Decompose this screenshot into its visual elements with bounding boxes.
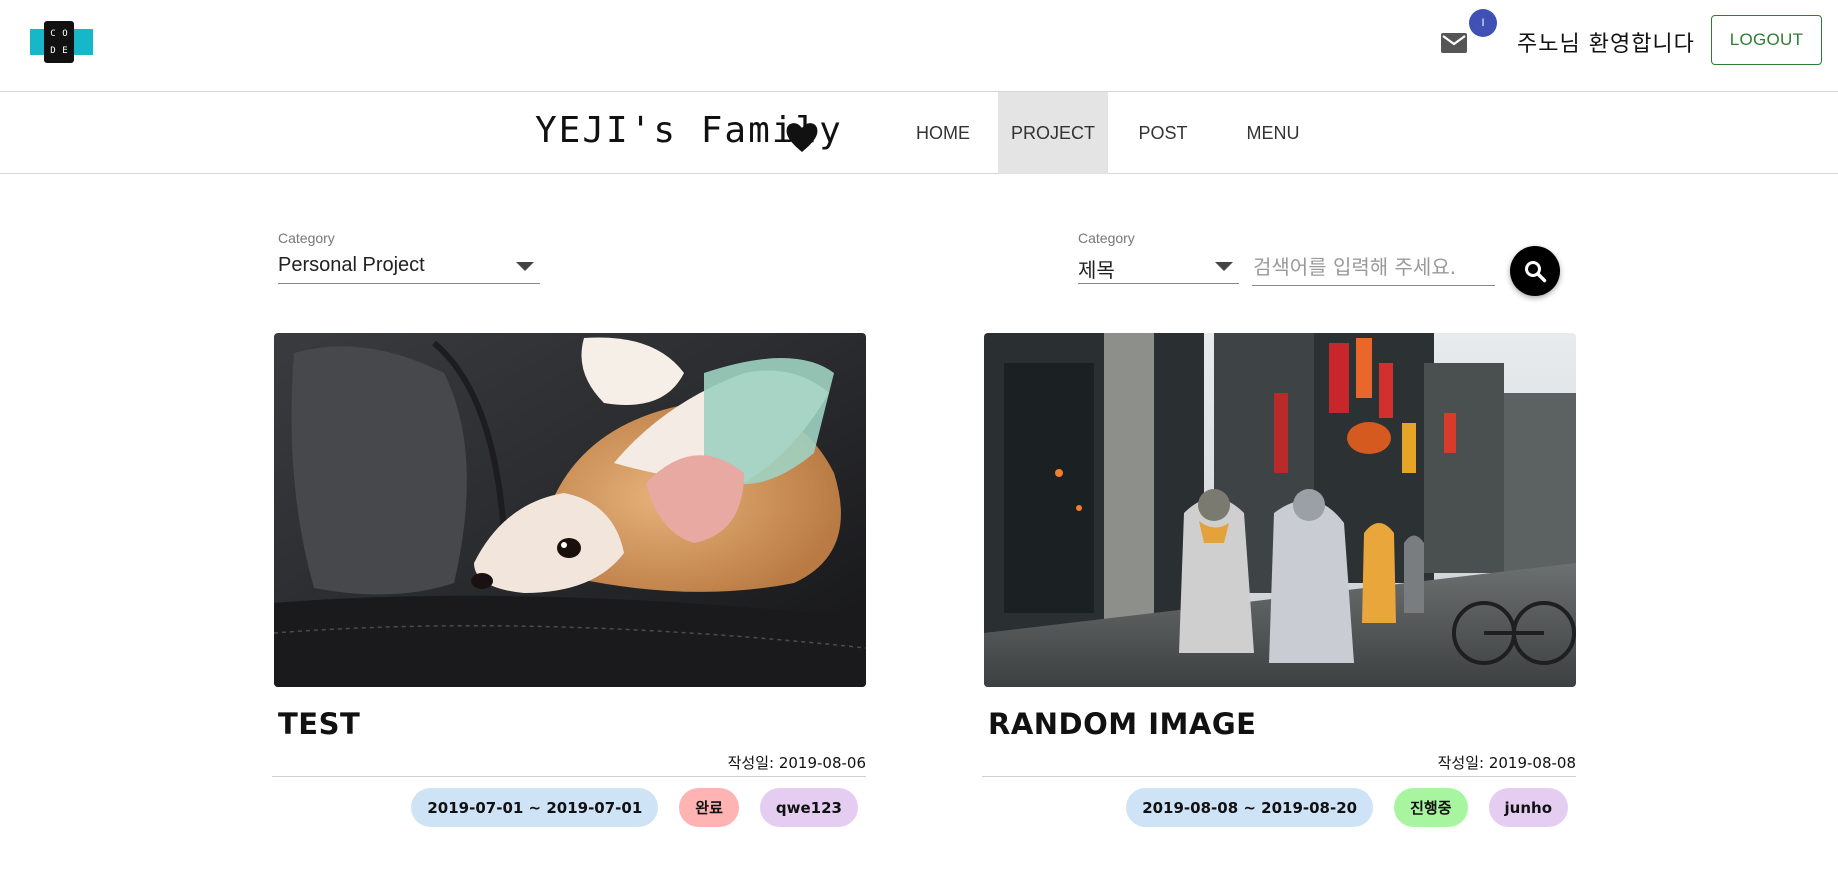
search-category-select[interactable]: 제목 <box>1078 252 1239 284</box>
search-category-label: Category <box>1078 230 1135 246</box>
tab-menu[interactable]: MENU <box>1218 92 1328 174</box>
mail-icon[interactable] <box>1441 33 1467 53</box>
card-divider <box>982 776 1576 777</box>
project-photo-dog[interactable] <box>274 333 866 687</box>
logo-letter: O <box>62 28 68 39</box>
welcome-message: 주노님 환영합니다 <box>1517 32 1695 57</box>
tab-post[interactable]: POST <box>1108 92 1218 174</box>
logo-letter: E <box>62 45 68 56</box>
period-chip: 2019-07-01 ~ 2019-07-01 <box>411 788 659 827</box>
card-divider <box>272 776 866 777</box>
heart-icon <box>786 123 818 152</box>
card-tags: 2019-08-08 ~ 2019-08-20 진행중 junho <box>1126 788 1568 827</box>
project-photo-street[interactable] <box>984 333 1576 687</box>
search-icon <box>1525 261 1547 283</box>
created-date: 작성일: 2019-08-08 <box>1437 754 1576 772</box>
category-select[interactable]: Personal Project <box>278 252 540 284</box>
logo-box: C O D E <box>44 21 74 63</box>
logout-button[interactable]: LOGOUT <box>1711 15 1822 65</box>
author-chip: junho <box>1488 788 1568 827</box>
mail-count-badge: I <box>1469 9 1497 37</box>
tab-home[interactable]: HOME <box>888 92 998 174</box>
logo-letter: D <box>50 45 56 56</box>
caret-down-icon <box>516 262 534 271</box>
caret-down-icon <box>1215 262 1233 271</box>
tab-project[interactable]: PROJECT <box>998 92 1108 174</box>
main-nav: YEJI's Family HOME PROJECT POST MENU <box>0 92 1838 174</box>
project-title[interactable]: RANDOM IMAGE <box>988 707 1256 741</box>
logo-letter: C <box>50 28 56 39</box>
code-logo[interactable]: C O D E <box>30 21 93 63</box>
created-date: 작성일: 2019-08-06 <box>727 754 866 772</box>
nav-tabs: HOME PROJECT POST MENU <box>888 92 1328 174</box>
search-category-value: 제목 <box>1078 258 1115 282</box>
author-chip: qwe123 <box>759 788 858 827</box>
search-button[interactable] <box>1510 246 1560 296</box>
search-input[interactable] <box>1252 248 1495 286</box>
dog-image <box>274 333 866 687</box>
project-title[interactable]: TEST <box>278 707 360 741</box>
street-image <box>984 333 1576 687</box>
status-badge: 진행중 <box>1394 788 1468 827</box>
status-badge: 완료 <box>679 788 739 827</box>
category-label: Category <box>278 230 335 246</box>
top-header: C O D E I 주노님 환영합니다 LOGOUT <box>0 0 1838 92</box>
category-select-value: Personal Project <box>278 254 425 276</box>
card-tags: 2019-07-01 ~ 2019-07-01 완료 qwe123 <box>411 788 858 827</box>
period-chip: 2019-08-08 ~ 2019-08-20 <box>1126 788 1374 827</box>
